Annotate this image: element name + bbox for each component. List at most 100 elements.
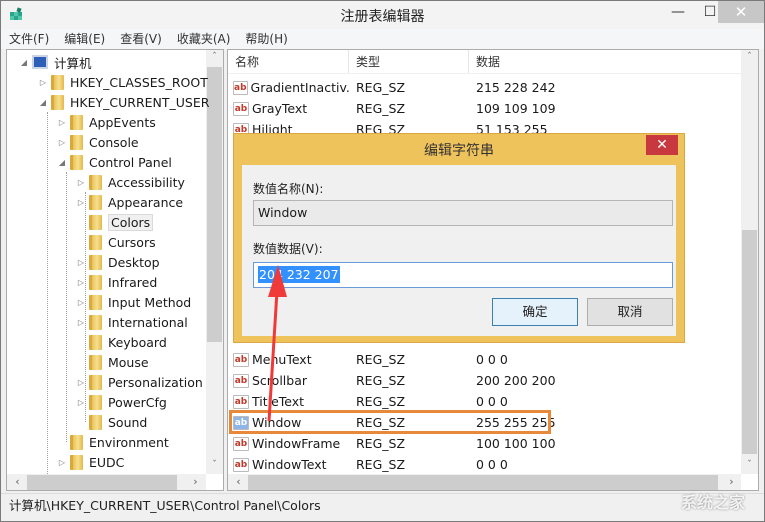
value-type: REG_SZ [356,352,406,367]
column-type[interactable]: 类型 [349,50,469,73]
scroll-down-arrow[interactable]: ˇ [741,460,758,470]
menu-help[interactable]: 帮助(H) [245,29,287,49]
collapse-icon[interactable]: ◢ [57,158,67,167]
scroll-up-arrow[interactable]: ˆ [741,52,758,62]
computer-icon [32,55,48,69]
value-row[interactable]: ab WindowFrame REG_SZ 100 100 100 [228,433,741,454]
string-value-icon: ab [233,436,249,451]
tree-item[interactable]: ▷ PowerCfg [76,392,167,412]
tree-item[interactable]: Sound [76,412,147,432]
folder-icon [89,414,102,430]
tree-item[interactable]: ▷ Personalization [76,372,203,392]
tree-item[interactable]: ◢ HKEY_CURRENT_USER [38,92,209,112]
scroll-left-arrow[interactable]: ‹ [9,475,26,488]
tree-item[interactable]: ◢ 计算机 [19,52,92,72]
expand-icon[interactable]: ▷ [76,378,86,387]
tree-item[interactable]: ▷ Appearance [76,192,183,212]
expand-icon[interactable]: ▷ [38,78,48,87]
value-row[interactable]: ab TitleText REG_SZ 0 0 0 [228,391,741,412]
value-data: 200 200 200 [476,373,556,388]
tree-vertical-scrollbar[interactable]: ˆ ˇ [206,50,223,474]
scroll-right-arrow[interactable]: › [187,475,204,488]
tree-item[interactable]: Keyboard [76,332,167,352]
tree-connector [47,112,48,490]
tree-item[interactable]: Environment [57,432,169,452]
edit-string-dialog: 编辑字符串 ✕ 数值名称(N): Window 数值数据(V): 204 232… [233,133,685,343]
value-row[interactable]: ab Scrollbar REG_SZ 200 200 200 [228,370,741,391]
tree-item-label: Colors [108,213,154,231]
tree-item[interactable]: ▷ Accessibility [76,172,185,192]
value-data-label: 数值数据(V): [253,242,323,256]
collapse-icon[interactable]: ◢ [19,58,29,67]
tree-item[interactable]: ▷ HKEY_CLASSES_ROOT [38,72,208,92]
tree-item[interactable]: Colors [76,212,154,232]
value-name-field[interactable]: Window [253,200,673,226]
scroll-thumb[interactable] [27,475,177,490]
tree-item-label: Environment [89,434,169,450]
expand-icon[interactable]: ▷ [76,278,86,287]
tree-item-label: Input Method [108,294,192,310]
scroll-down-arrow[interactable]: ˇ [206,460,223,470]
menu-file[interactable]: 文件(F) [9,29,49,49]
tree-item[interactable]: ▷ Console [57,132,139,152]
tree-item[interactable]: ▷ International [76,312,188,332]
folder-icon [70,134,83,150]
menu-edit[interactable]: 编辑(E) [64,29,105,49]
folder-icon [89,234,102,250]
expand-icon[interactable]: ▷ [76,258,86,267]
tree-item[interactable]: ◢ Control Panel [57,152,172,172]
tree-item[interactable]: ▷ Desktop [76,252,160,272]
expand-icon[interactable]: ▷ [57,118,67,127]
scroll-up-arrow[interactable]: ˆ [206,52,223,62]
dialog-close-button[interactable]: ✕ [646,135,678,155]
tree-item[interactable]: ▷ EUDC [57,452,124,472]
tree-item-label: Desktop [108,254,160,270]
expand-icon[interactable]: ▷ [57,138,67,147]
menu-view[interactable]: 查看(V) [120,29,162,49]
value-data-text: 204 232 207 [258,266,340,283]
value-name: Scrollbar [252,373,307,388]
list-header: 名称 类型 数据 [228,50,741,74]
value-name: GrayText [252,101,308,116]
minimize-button[interactable]: — [661,1,695,23]
expand-icon[interactable]: ▷ [76,398,86,407]
tree-item[interactable]: ▷ Input Method [76,292,191,312]
value-type: REG_SZ [356,394,406,409]
ok-button[interactable]: 确定 [492,298,578,326]
expand-icon[interactable]: ▷ [76,298,86,307]
tree-item-label: Appearance [108,194,184,210]
value-row[interactable]: ab GradientInactiv... REG_SZ 215 228 242 [228,77,741,98]
scroll-left-arrow[interactable]: ‹ [230,475,247,488]
menu-favorites[interactable]: 收藏夹(A) [177,29,231,49]
cancel-button[interactable]: 取消 [587,298,673,326]
list-vertical-scrollbar[interactable]: ˆ ˇ [741,50,758,474]
close-button[interactable]: ✕ [718,1,764,23]
value-row[interactable]: ab GrayText REG_SZ 109 109 109 [228,98,741,119]
folder-icon [70,434,83,450]
value-name-cell: ab WindowText [228,457,349,472]
value-row[interactable]: ab WindowText REG_SZ 0 0 0 [228,454,741,475]
tree-item-label: 计算机 [54,55,92,71]
value-data-input[interactable]: 204 232 207 [253,262,673,288]
expand-icon[interactable]: ▷ [76,178,86,187]
value-type: REG_SZ [356,373,406,388]
value-name-cell: ab Scrollbar [228,373,349,388]
column-name[interactable]: 名称 [228,50,349,73]
value-data: 0 0 0 [476,457,508,472]
tree-item[interactable]: Cursors [76,232,156,252]
tree-item[interactable]: ▷ Infrared [76,272,157,292]
tree-item[interactable]: ▷ AppEvents [57,112,156,132]
scroll-thumb[interactable] [742,230,757,454]
string-value-icon: ab [233,352,249,367]
value-name-cell: ab WindowFrame [228,436,349,451]
tree-item[interactable]: Mouse [76,352,149,372]
expand-icon[interactable]: ▷ [76,198,86,207]
tree-connector [66,172,67,442]
value-name: TitleText [252,394,305,409]
collapse-icon[interactable]: ◢ [38,98,48,107]
value-row[interactable]: ab MenuText REG_SZ 0 0 0 [228,349,741,370]
expand-icon[interactable]: ▷ [76,318,86,327]
expand-icon[interactable]: ▷ [57,458,67,467]
column-data[interactable]: 数据 [469,50,741,73]
tree-horizontal-scrollbar[interactable]: ‹ › [7,474,206,490]
